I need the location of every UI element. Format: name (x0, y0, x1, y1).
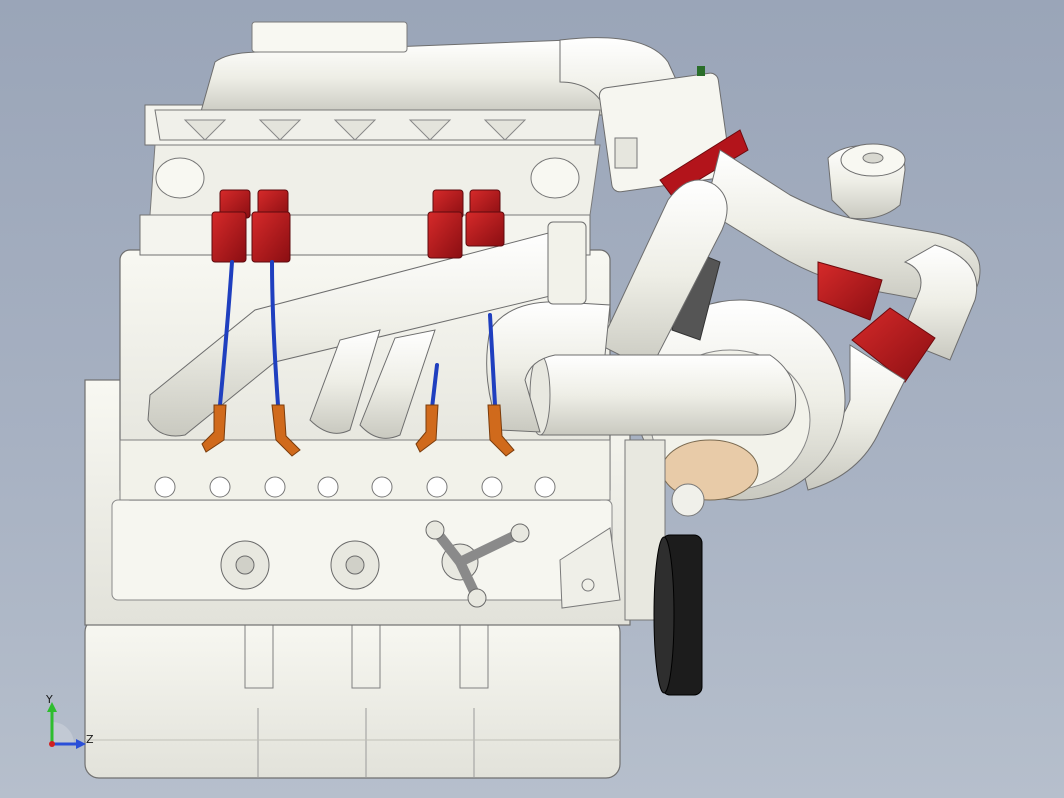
z-axis-label: Z (86, 733, 94, 746)
axis-triad: Y Z (40, 693, 100, 756)
coil-4[interactable] (465, 189, 505, 247)
oil-pan[interactable] (84, 617, 621, 779)
coil-3[interactable] (427, 189, 464, 259)
y-axis-label: Y (46, 693, 53, 706)
coil-2[interactable] (251, 189, 291, 263)
cad-3d-viewport[interactable]: Y Z (0, 0, 1064, 798)
x-axis-dot (49, 741, 55, 747)
engine-model[interactable] (0, 0, 1064, 798)
